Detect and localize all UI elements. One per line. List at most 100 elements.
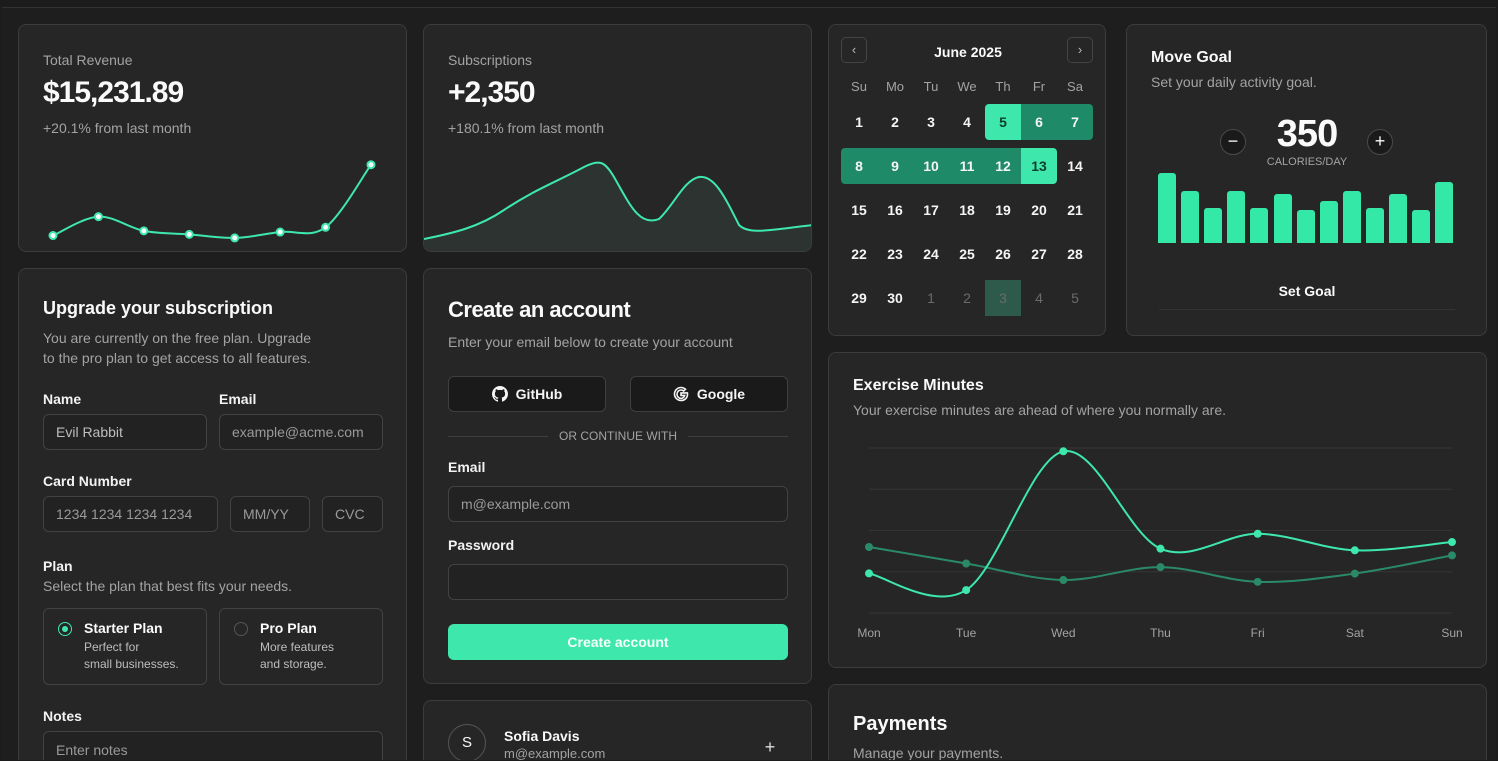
card-number-input[interactable]: 1234 1234 1234 1234	[43, 496, 218, 532]
create-account-button[interactable]: Create account	[448, 624, 788, 660]
goal-bar	[1389, 194, 1407, 243]
calendar-day[interactable]: 16	[877, 192, 913, 228]
calendar-next-button[interactable]: ›	[1067, 37, 1093, 63]
name-input[interactable]: Evil Rabbit	[43, 414, 207, 450]
x-tick-label: Mon	[857, 626, 880, 640]
revenue-point	[321, 222, 331, 232]
subscriptions-change: +180.1% from last month	[448, 120, 605, 136]
series-line	[868, 450, 1453, 598]
starter-plan-option[interactable]: Starter Plan Perfect for small businesse…	[43, 608, 207, 685]
avatar: S	[448, 724, 486, 760]
name-label: Name	[43, 391, 82, 407]
increase-goal-button[interactable]: +	[1367, 129, 1393, 155]
google-button[interactable]: Google	[630, 376, 788, 412]
calendar-day[interactable]: 20	[1021, 192, 1057, 228]
calendar-card: ‹ June 2025 › Su Mo Tu We Th Fr Sa 1 2 3 4 5 6 7 8 9 10 1…	[828, 24, 1106, 336]
calendar-day[interactable]: 5	[1057, 280, 1093, 316]
weekday-header: Mo	[885, 79, 905, 94]
series-point	[1448, 551, 1456, 560]
plan-hint: Select the plan that best fits your need…	[43, 578, 293, 594]
starter-plan-name: Starter Plan	[84, 620, 163, 636]
calendar-day[interactable]: 3	[913, 104, 949, 140]
revenue-sparkline	[48, 160, 376, 243]
calendar-day[interactable]: 1	[841, 104, 877, 140]
calendar-day[interactable]: 14	[1057, 148, 1093, 184]
calendar-day[interactable]: 25	[949, 236, 985, 272]
revenue-value: $15,231.89	[43, 76, 184, 109]
revenue-change: +20.1% from last month	[43, 120, 192, 136]
email-input[interactable]: example@acme.com	[219, 414, 383, 450]
calendar-day[interactable]: 26	[985, 236, 1021, 272]
x-tick-label: Fri	[1251, 626, 1265, 640]
notes-label: Notes	[43, 708, 82, 724]
revenue-point	[230, 233, 240, 243]
goal-bar	[1412, 209, 1431, 243]
github-button[interactable]: GitHub	[448, 376, 606, 412]
calendar-day[interactable]: 15	[841, 192, 877, 228]
calendar-day[interactable]: 27	[1021, 236, 1057, 272]
calendar-day[interactable]: 30	[877, 280, 913, 316]
chevron-right-icon: ›	[1077, 42, 1083, 57]
calendar-day[interactable]: 5	[985, 104, 1021, 140]
pro-plan-option[interactable]: Pro Plan More features and storage.	[219, 608, 383, 685]
starter-plan-radio[interactable]	[58, 622, 72, 636]
subscriptions-label: Subscriptions	[448, 52, 533, 68]
calendar-day[interactable]: 2	[949, 280, 985, 316]
subscriptions-area	[424, 162, 811, 251]
series-point	[962, 559, 971, 568]
pro-plan-desc2: and storage.	[260, 657, 327, 671]
goal-bar	[1319, 201, 1338, 243]
calendar-day[interactable]: 7	[1057, 104, 1093, 140]
minus-icon: −	[1227, 131, 1239, 151]
calendar-day[interactable]: 3	[985, 280, 1021, 316]
pro-plan-radio[interactable]	[234, 622, 248, 636]
divider-line-right	[688, 436, 788, 437]
calendar-day[interactable]: 13	[1021, 148, 1057, 184]
set-goal-button[interactable]: Set Goal	[1159, 277, 1455, 310]
upgrade-card: Upgrade your subscription You are curren…	[18, 268, 407, 760]
goal-bar	[1342, 190, 1361, 243]
weekday-header: We	[957, 79, 977, 94]
create-account-subtitle: Enter your email below to create your ac…	[448, 334, 733, 350]
calendar-day[interactable]: 23	[877, 236, 913, 272]
calendar-day[interactable]: 18	[949, 192, 985, 228]
team-member-card: S Sofia Davis m@example.com +	[423, 700, 812, 760]
calendar-day[interactable]: 17	[913, 192, 949, 228]
calendar-day[interactable]: 1	[913, 280, 949, 316]
move-goal-subtitle: Set your daily activity goal.	[1151, 74, 1317, 90]
calendar-day[interactable]: 9	[877, 148, 913, 184]
pro-plan-desc1: More features	[260, 640, 335, 654]
cvc-input[interactable]: CVC	[322, 496, 383, 532]
google-icon	[673, 386, 689, 402]
calendar-day[interactable]: 19	[985, 192, 1021, 228]
series-point	[1059, 576, 1068, 584]
goal-bar	[1250, 208, 1269, 243]
revenue-point	[48, 231, 58, 241]
calendar-day[interactable]: 2	[877, 104, 913, 140]
x-tick-label: Tue	[956, 626, 977, 640]
expiry-input[interactable]: MM/YY	[230, 496, 310, 532]
calendar-day[interactable]: 29	[841, 280, 877, 316]
calendar-day[interactable]: 4	[1021, 280, 1057, 316]
calendar-day[interactable]: 6	[1021, 104, 1057, 140]
calendar-day[interactable]: 8	[841, 148, 877, 184]
add-member-button[interactable]: +	[760, 737, 780, 757]
account-email-input[interactable]: m@example.com	[448, 486, 788, 522]
email-label: Email	[219, 391, 257, 407]
exercise-line-chart: Mon Tue Wed Thu Fri Sat Sun	[857, 447, 1463, 640]
weekday-header: Tu	[923, 79, 939, 94]
notes-input[interactable]: Enter notes	[43, 731, 383, 760]
calendar-day[interactable]: 22	[841, 236, 877, 272]
calendar-day[interactable]: 24	[913, 236, 949, 272]
calendar-day[interactable]: 21	[1057, 192, 1093, 228]
calendar-day[interactable]: 28	[1057, 236, 1093, 272]
account-password-input[interactable]	[448, 564, 788, 600]
calendar-day[interactable]: 12	[985, 148, 1021, 184]
move-goal-title: Move Goal	[1151, 49, 1232, 66]
calendar-day[interactable]: 4	[949, 104, 985, 140]
decrease-goal-button[interactable]: −	[1220, 129, 1246, 155]
revenue-point	[139, 226, 149, 236]
calendar-day[interactable]: 10	[913, 148, 949, 184]
calendar-day[interactable]: 11	[949, 148, 985, 184]
divider-text: OR CONTINUE WITH	[559, 429, 677, 443]
